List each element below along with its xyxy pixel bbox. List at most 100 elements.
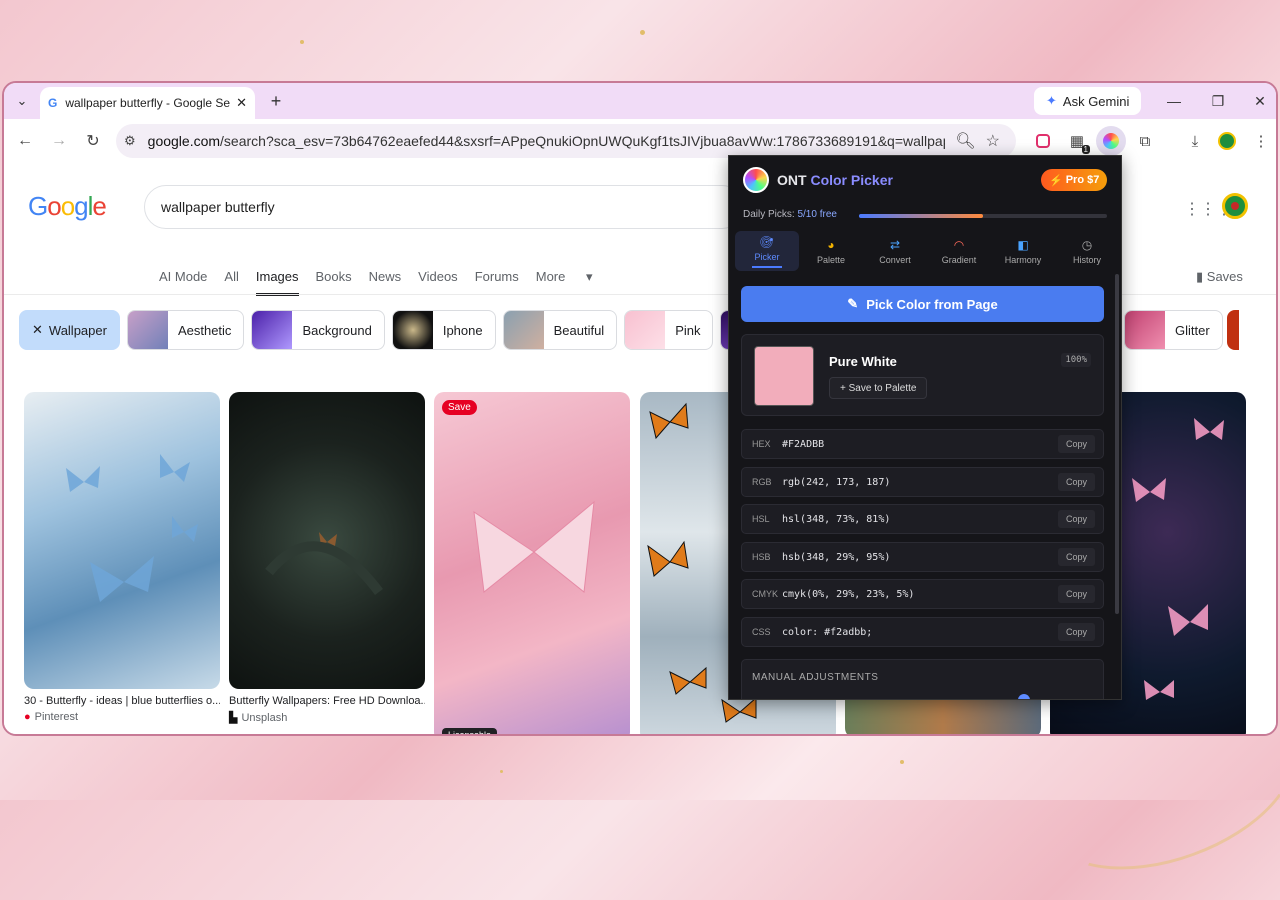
format-value: hsb(348, 29%, 95%) xyxy=(782,551,891,563)
tab-more[interactable]: More ▾ xyxy=(536,269,593,296)
color-picker-popup: ONT Color Picker ⚡ Pro $7 Daily Picks: 5/… xyxy=(728,155,1122,700)
chip-pink[interactable]: Pink xyxy=(624,310,714,350)
gemini-sparkle-icon: ✦ xyxy=(1046,93,1057,108)
minimize-button[interactable]: — xyxy=(1152,83,1196,119)
color-swatch[interactable] xyxy=(754,346,814,406)
palette-icon: ◕ xyxy=(827,237,835,252)
image-result[interactable] xyxy=(24,392,220,689)
target-icon: 🎯︎ xyxy=(759,234,775,249)
format-value: color: #f2adbb; xyxy=(782,626,873,638)
extension-translate-icon[interactable]: ▦ 1 xyxy=(1062,126,1092,156)
chip-thumbnail xyxy=(252,311,293,349)
result-caption[interactable]: Butterfly Wallpapers: Free HD Downloa... xyxy=(229,695,425,707)
tab-ai-mode[interactable]: AI Mode xyxy=(159,269,207,296)
copy-button[interactable]: Copy xyxy=(1057,510,1095,528)
extensions-puzzle-icon[interactable]: ⧉ xyxy=(1130,126,1160,156)
tab-harmony[interactable]: ◧ Harmony xyxy=(991,231,1055,271)
close-window-button[interactable]: ✕ xyxy=(1238,83,1276,119)
chip-aesthetic[interactable]: Aesthetic xyxy=(126,310,245,350)
bookmark-star-icon[interactable]: ☆ xyxy=(986,131,1000,151)
tab-books[interactable]: Books xyxy=(316,269,352,296)
format-value: #F2ADBB xyxy=(782,438,825,450)
tab-all[interactable]: All xyxy=(224,269,238,296)
zoom-icon[interactable]: 🔍︎ xyxy=(955,131,975,151)
color-name: Pure White xyxy=(829,354,897,369)
chip-thumbnail xyxy=(503,311,544,349)
format-value: rgb(242, 173, 187) xyxy=(782,476,891,488)
extension-instagram-icon[interactable] xyxy=(1028,126,1058,156)
format-row-rgb: RGB rgb(242, 173, 187) Copy xyxy=(741,467,1104,497)
chip-wallpaper[interactable]: ✕ Wallpaper xyxy=(19,310,120,350)
copy-button[interactable]: Copy xyxy=(1057,585,1095,603)
close-tab-icon[interactable]: ✕ xyxy=(236,95,247,111)
result-source[interactable]: ● Pinterest xyxy=(24,711,78,723)
forward-button[interactable]: → xyxy=(42,124,76,158)
chip-iphone[interactable]: Iphone xyxy=(391,310,496,350)
back-button[interactable]: ← xyxy=(8,124,42,158)
image-result[interactable]: Save Licensable xyxy=(434,392,630,734)
tab-videos[interactable]: Videos xyxy=(418,269,458,296)
saves-link[interactable]: ▮ Saves xyxy=(1196,269,1243,285)
popup-scrollbar[interactable] xyxy=(1115,274,1119,614)
tab-strip: ⌄ G wallpaper butterfly - Google Se ✕ + … xyxy=(4,83,1276,119)
address-bar[interactable]: ⚙ google.com/search?sca_esv=73b64762eaef… xyxy=(116,124,1016,158)
pick-color-button[interactable]: ✎ Pick Color from Page xyxy=(741,286,1104,322)
new-tab-button[interactable]: + xyxy=(262,87,290,115)
tab-news[interactable]: News xyxy=(369,269,402,296)
restore-button[interactable]: ❐ xyxy=(1196,83,1240,119)
tab-forums[interactable]: Forums xyxy=(475,269,519,296)
licensable-badge: Licensable xyxy=(442,728,498,734)
tab-images[interactable]: Images xyxy=(255,269,299,296)
pink-butterfly-image xyxy=(473,500,595,593)
chip-glitter[interactable]: Glitter xyxy=(1124,310,1223,350)
rainbow-icon: ◠ xyxy=(953,237,965,252)
color-picker-extension-icon[interactable] xyxy=(1096,126,1126,156)
unsplash-icon: ▙ xyxy=(229,712,238,724)
chip-background[interactable]: Background xyxy=(251,310,385,350)
copy-button[interactable]: Copy xyxy=(1057,548,1095,566)
tab-title: wallpaper butterfly - Google Se xyxy=(65,96,231,110)
result-caption[interactable]: 30 - Butterfly - ideas | blue butterflie… xyxy=(24,695,220,707)
browser-tab[interactable]: G wallpaper butterfly - Google Se ✕ xyxy=(40,87,255,119)
format-value: hsl(348, 73%, 81%) xyxy=(782,513,891,525)
profile-avatar[interactable] xyxy=(1212,126,1242,156)
format-row-hsl: HSL hsl(348, 73%, 81%) Copy xyxy=(741,504,1104,534)
google-favicon-icon: G xyxy=(48,96,58,110)
format-value: cmyk(0%, 29%, 23%, 5%) xyxy=(782,588,915,600)
site-settings-icon[interactable]: ⚙ xyxy=(124,133,136,149)
ask-gemini-button[interactable]: ✦ Ask Gemini xyxy=(1034,87,1142,115)
save-to-palette-button[interactable]: + Save to Palette xyxy=(829,377,928,399)
search-input[interactable]: wallpaper butterfly xyxy=(144,185,744,229)
pinterest-save-badge[interactable]: Save xyxy=(442,400,477,415)
download-icon[interactable]: ⤓ xyxy=(1180,126,1210,156)
chip-partial[interactable] xyxy=(1227,310,1239,350)
blue-butterfly-image xyxy=(66,454,198,602)
tab-convert[interactable]: ⇄ Convert xyxy=(863,231,927,271)
filter-chips: ✕ Wallpaper Aesthetic Background Iphone B… xyxy=(19,310,761,350)
tab-history[interactable]: ◷ History xyxy=(1055,231,1119,271)
pinterest-icon: ● xyxy=(24,711,31,723)
copy-button[interactable]: Copy xyxy=(1057,435,1095,453)
copy-button[interactable]: Copy xyxy=(1057,623,1095,641)
tab-palette[interactable]: ◕ Palette xyxy=(799,231,863,271)
adjust-slider-handle[interactable] xyxy=(1018,694,1030,699)
reload-button[interactable]: ↻ xyxy=(76,124,110,158)
chip-beautiful[interactable]: Beautiful xyxy=(502,310,618,350)
clock-icon: ◷ xyxy=(1081,237,1093,252)
tab-gradient[interactable]: ◠ Gradient xyxy=(927,231,991,271)
account-avatar[interactable] xyxy=(1222,193,1248,219)
tab-search-icon[interactable]: ⌄ xyxy=(8,87,36,115)
url-text: google.com/search?sca_esv=73b64762eaefed… xyxy=(147,133,946,149)
pro-upgrade-button[interactable]: ⚡ Pro $7 xyxy=(1041,169,1108,191)
menu-kebab-icon[interactable]: ⋮ xyxy=(1246,126,1276,156)
image-result[interactable] xyxy=(229,392,425,689)
daily-picks-progress-fill xyxy=(859,214,983,218)
harmony-icon: ◧ xyxy=(1017,237,1029,252)
result-source[interactable]: ▙ Unsplash xyxy=(229,711,287,725)
popup-tabs: 🎯︎ Picker ◕ Palette ⇄ Convert ◠ Gradient ◧ Ha… xyxy=(735,231,1119,271)
convert-icon: ⇄ xyxy=(889,237,901,252)
copy-button[interactable]: Copy xyxy=(1057,473,1095,491)
google-logo[interactable]: Google xyxy=(28,191,107,222)
format-row-hex: HEX #F2ADBB Copy xyxy=(741,429,1104,459)
tab-picker[interactable]: 🎯︎ Picker xyxy=(735,231,799,271)
